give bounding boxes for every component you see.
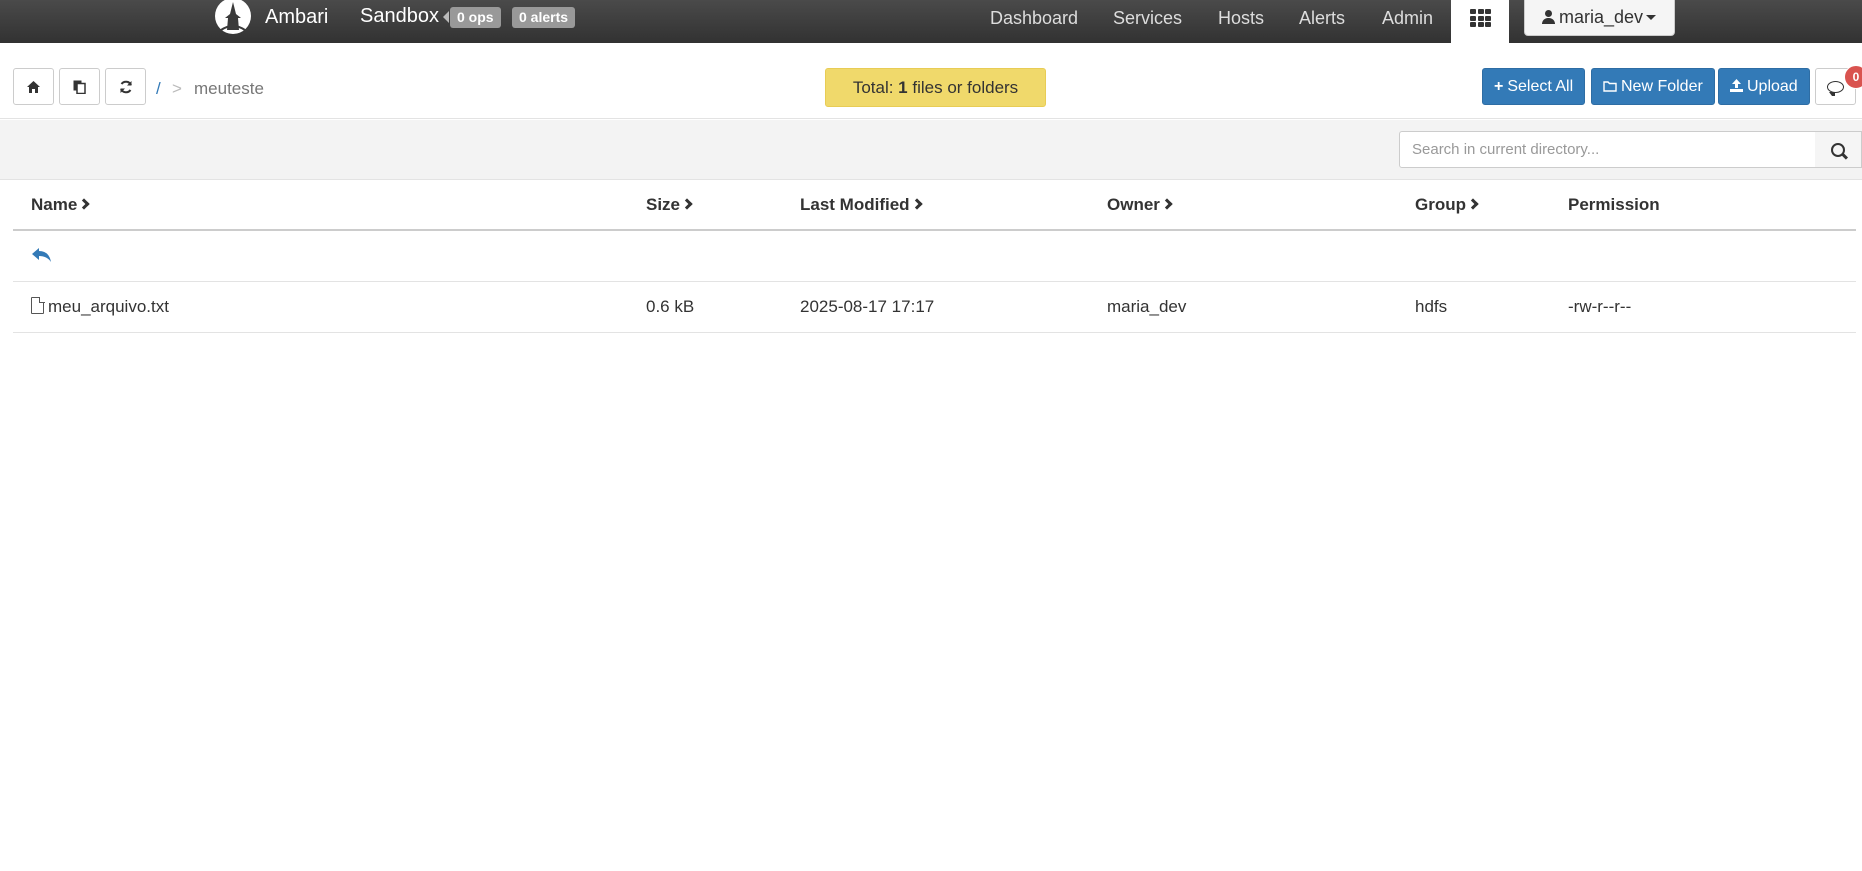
nav-hosts[interactable]: Hosts [1218,8,1264,29]
ambari-logo-icon[interactable] [213,0,253,36]
cluster-name[interactable]: Sandbox [360,5,439,28]
plus-icon: + [1494,78,1504,95]
header-group[interactable]: Group [1415,195,1479,215]
header-permission: Permission [1568,195,1660,214]
nav-dashboard[interactable]: Dashboard [990,8,1078,29]
folder-icon [1603,81,1617,92]
file-size-cell: 0.6 kB [646,297,695,316]
upload-icon [1730,79,1743,92]
user-icon [1542,10,1555,24]
new-folder-button[interactable]: New Folder [1591,68,1715,105]
file-name: meu_arquivo.txt [48,297,169,316]
refresh-icon [119,80,132,93]
chevron-right-icon [78,198,90,210]
file-browser-toolbar: / > meuteste Total: 1 files or folders +… [0,43,1862,119]
chevron-right-icon [910,198,923,210]
header-owner-label: Owner [1107,195,1160,214]
chevron-right-icon [1467,198,1479,210]
total-suffix: files or folders [907,78,1019,97]
top-navbar: Ambari Sandbox 0 ops 0 alerts Dashboard … [0,0,1862,43]
directory-search-input[interactable] [1399,131,1816,168]
header-name[interactable]: Name [31,195,90,215]
header-last-modified-label: Last Modified [800,195,910,214]
home-icon [27,80,40,93]
file-table: Name Size Last Modified Owner Group Perm… [13,181,1856,333]
notifications-count-badge[interactable]: 0 [1844,65,1862,89]
total-count: 1 [898,78,908,97]
header-name-label: Name [31,195,78,214]
alerts-badge[interactable]: 0 alerts [512,7,576,28]
caret-down-icon [1646,15,1657,20]
ops-badge[interactable]: 0 ops [450,7,501,28]
nav-services[interactable]: Services [1113,8,1182,29]
grid-icon [1470,9,1491,27]
file-permission-cell: -rw-r--r-- [1568,297,1632,316]
select-all-button[interactable]: + Select All [1482,68,1586,105]
breadcrumb-root-link[interactable]: / [156,79,161,99]
file-modified-cell: 2025-08-17 17:17 [800,297,935,316]
nav-admin[interactable]: Admin [1382,8,1433,29]
upload-button[interactable]: Upload [1718,68,1810,105]
copy-path-button[interactable] [59,68,100,105]
brand-name[interactable]: Ambari [265,6,328,29]
chevron-right-icon [681,198,693,210]
file-name-cell[interactable]: meu_arquivo.txt [31,296,169,317]
reply-back-icon[interactable] [31,246,53,264]
total-count-banner: Total: 1 files or folders [825,68,1046,107]
refresh-button[interactable] [105,68,146,105]
user-name: maria_dev [1559,7,1644,27]
header-last-modified[interactable]: Last Modified [800,195,923,215]
header-size[interactable]: Size [646,195,693,215]
table-header: Name Size Last Modified Owner Group Perm… [13,181,1856,231]
select-all-label: Select All [1507,78,1574,95]
views-menu-button[interactable] [1451,0,1509,43]
header-owner[interactable]: Owner [1107,195,1173,215]
home-button[interactable] [13,68,54,105]
search-bar-strip [0,120,1862,180]
file-owner-cell: maria_dev [1107,297,1187,316]
breadcrumb-current: meuteste [194,79,264,98]
table-row[interactable]: meu_arquivo.txt 0.6 kB 2025-08-17 17:17 … [13,282,1856,333]
comment-icon [1827,80,1844,96]
copy-icon [73,80,86,94]
nav-alerts[interactable]: Alerts [1299,8,1345,29]
chevron-right-icon [1161,198,1173,210]
file-icon [31,296,45,314]
new-folder-label: New Folder [1621,78,1703,95]
search-button[interactable] [1815,131,1862,168]
parent-directory-row[interactable] [13,231,1856,282]
breadcrumb-separator: > [172,79,182,98]
total-prefix: Total: [852,78,899,97]
search-icon [1831,142,1845,157]
user-menu-button[interactable]: maria_dev [1524,0,1675,36]
file-group-cell: hdfs [1415,297,1448,316]
cluster-pointer-icon [443,11,449,23]
header-size-label: Size [646,195,681,214]
upload-label: Upload [1747,78,1798,95]
header-group-label: Group [1415,195,1466,214]
